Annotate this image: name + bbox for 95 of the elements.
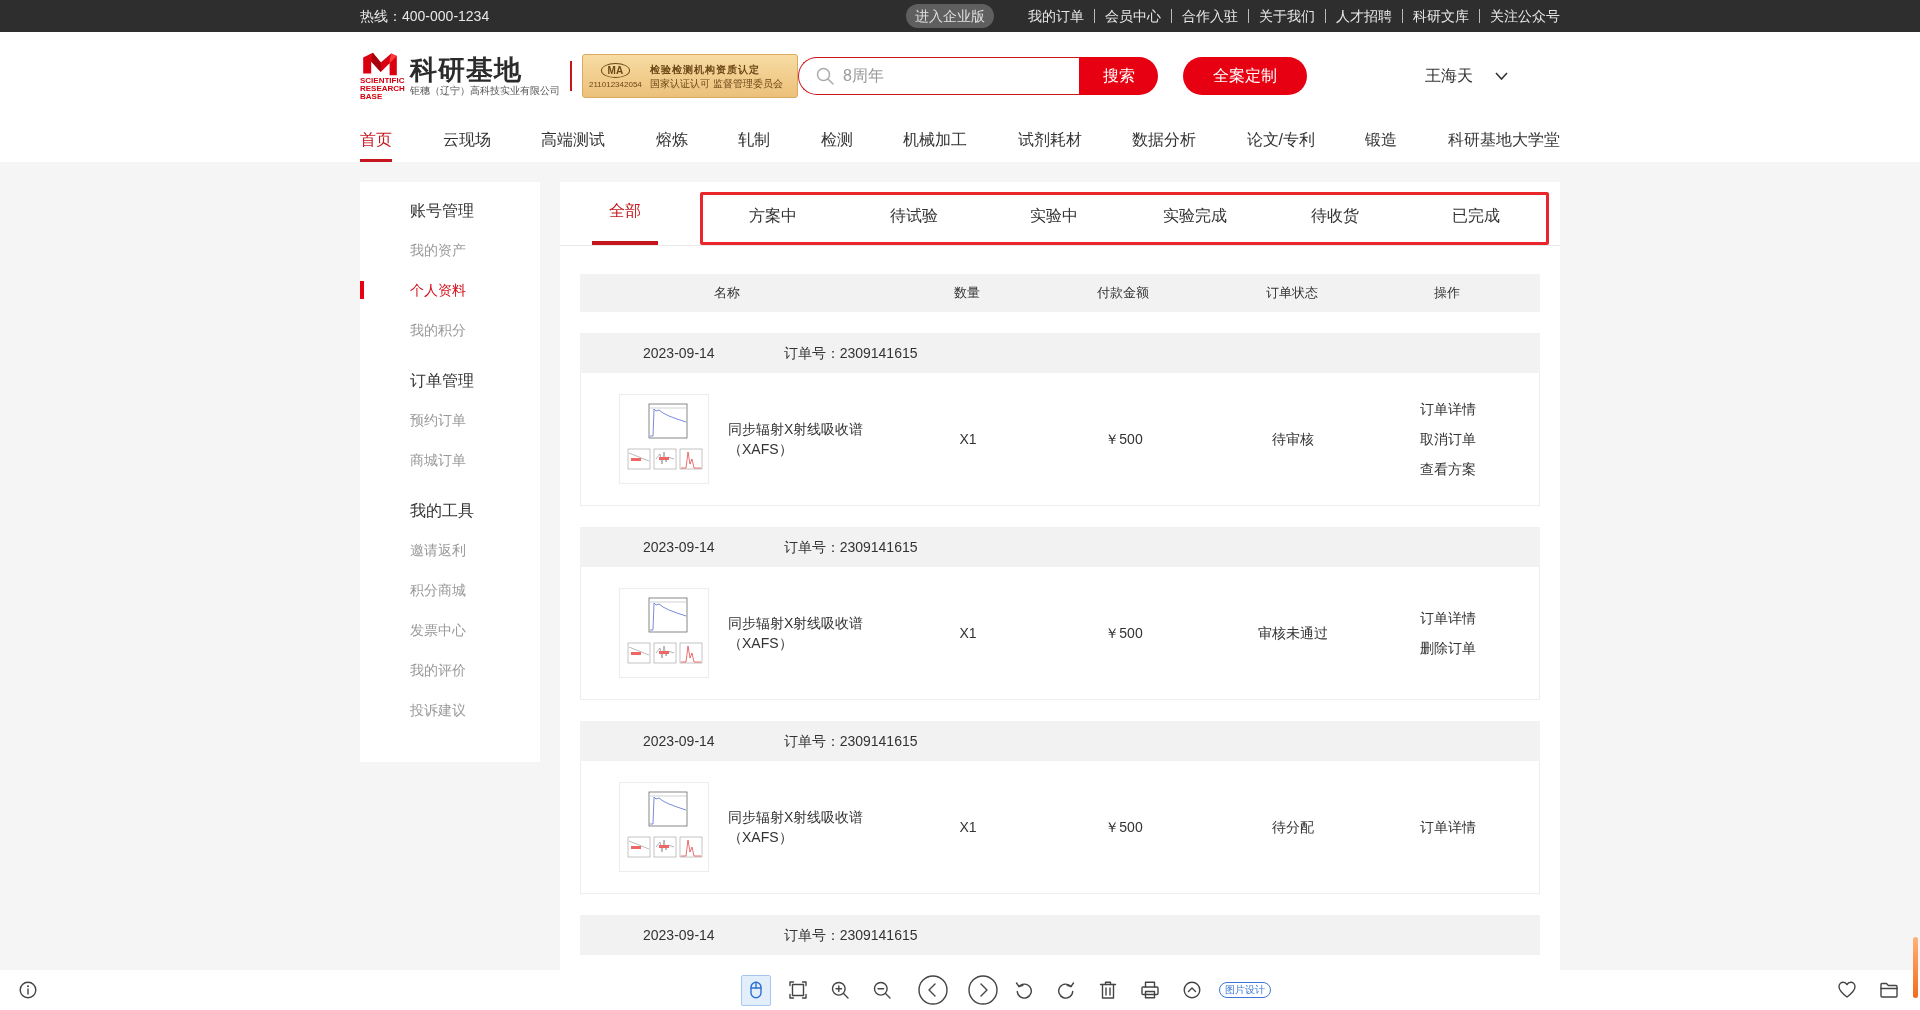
column-header: 名称 <box>713 284 741 303</box>
user-menu[interactable]: 王海天 <box>1425 64 1508 88</box>
nav-link[interactable]: 数据分析 <box>1132 120 1196 162</box>
logo-english-text: SCIENTIFIC RESEARCH BASE <box>360 76 406 101</box>
company-name: 钜穗（辽宁）高科技实业有限公司 <box>410 85 560 97</box>
top-link[interactable]: 人才招聘 <box>1325 9 1402 23</box>
sidebar-heading: 账号管理 <box>409 201 475 221</box>
status-text: 待分配 <box>1272 818 1314 835</box>
logo-divider <box>570 61 572 91</box>
pointer-tool-button[interactable] <box>741 974 771 1006</box>
status-text: 待审核 <box>1272 430 1314 447</box>
sidebar-heading: 我的工具 <box>409 501 475 521</box>
order-number: 订单号：2309141615 <box>783 537 918 557</box>
sidebar-item[interactable]: 个人资料 <box>360 270 540 310</box>
search-field[interactable]: 8周年 <box>798 57 1079 95</box>
quantity-text: X1 <box>959 818 977 835</box>
order-tab[interactable]: 实验中 <box>984 195 1125 242</box>
order-tab[interactable]: 全部 <box>592 182 658 245</box>
price-text: ￥500 <box>1105 430 1143 447</box>
order-action-link[interactable]: 删除订单 <box>1420 633 1476 663</box>
heart-icon <box>1838 981 1856 999</box>
order-tab[interactable]: 方案中 <box>703 195 844 242</box>
top-link[interactable]: 合作入驻 <box>1171 9 1248 23</box>
up-icon <box>1183 981 1201 999</box>
top-link[interactable]: 科研文库 <box>1402 9 1479 23</box>
order-number: 订单号：2309141615 <box>783 731 918 751</box>
frame-corners-icon <box>789 981 807 999</box>
nav-link[interactable]: 检测 <box>820 120 853 162</box>
price-text: ￥500 <box>1105 624 1143 641</box>
info-icon <box>19 981 37 999</box>
nav-link[interactable]: 机械加工 <box>903 120 967 162</box>
column-header: 订单状态 <box>1265 284 1319 303</box>
order-action-link[interactable]: 订单详情 <box>1420 812 1476 842</box>
search-icon <box>816 67 834 85</box>
hotline-text: 热线：400-000-1234 <box>360 6 490 26</box>
logo-title: 科研基地 <box>410 55 523 85</box>
product-name: 同步辐射X射线吸收谱（XAFS） <box>728 614 865 653</box>
custom-order-button[interactable]: 全案定制 <box>1183 57 1307 95</box>
top-link[interactable]: 我的订单 <box>1028 9 1094 23</box>
certificate-title: 检验检测机构资质认定 <box>649 62 761 77</box>
nav-link[interactable]: 科研基地大学堂 <box>1447 120 1560 162</box>
nav-link[interactable]: 高端测试 <box>541 120 605 162</box>
order-action-link[interactable]: 取消订单 <box>1420 424 1476 454</box>
order-number: 订单号：2309141615 <box>783 343 918 363</box>
top-link[interactable]: 关注公众号 <box>1479 9 1560 23</box>
trash-icon <box>1099 981 1117 999</box>
scrollbar-thumb[interactable] <box>1913 937 1918 998</box>
order-tab[interactable]: 待收货 <box>1265 195 1406 242</box>
logo-icon <box>360 51 400 76</box>
top-link[interactable]: 关于我们 <box>1248 9 1325 23</box>
previous-icon <box>918 975 948 1005</box>
quantity-text: X1 <box>959 430 977 447</box>
zoom-in-icon <box>831 981 849 999</box>
next-icon <box>968 975 998 1005</box>
nav-link[interactable]: 论文/专利 <box>1246 120 1315 162</box>
status-text: 审核未通过 <box>1258 624 1328 641</box>
price-text: ￥500 <box>1105 818 1143 835</box>
nav-link[interactable]: 锻造 <box>1365 120 1398 162</box>
chevron-down-icon <box>1495 72 1508 80</box>
certificate-number: 211012342054 <box>589 80 642 89</box>
order-tab[interactable]: 待试验 <box>843 195 984 242</box>
order-action-link[interactable]: 查看方案 <box>1420 454 1476 484</box>
order-date: 2023-09-14 <box>643 731 715 751</box>
previous-button[interactable] <box>917 974 949 1006</box>
printer-icon <box>1141 981 1159 999</box>
sidebar-heading: 订单管理 <box>409 371 475 391</box>
order-date: 2023-09-14 <box>643 925 715 945</box>
nav-link[interactable]: 云现场 <box>442 120 491 162</box>
rotate-left-icon <box>1015 981 1033 999</box>
order-number: 订单号：2309141615 <box>783 925 918 945</box>
enterprise-button[interactable]: 进入企业版 <box>906 4 994 28</box>
quantity-text: X1 <box>959 624 977 641</box>
product-name: 同步辐射X射线吸收谱（XAFS） <box>728 420 865 459</box>
rotate-right-icon <box>1057 981 1075 999</box>
order-tab[interactable]: 已完成 <box>1405 195 1546 242</box>
folder-icon <box>1880 981 1898 999</box>
product-name: 同步辐射X射线吸收谱（XAFS） <box>728 808 865 847</box>
next-button[interactable] <box>967 974 999 1006</box>
mouse-icon <box>747 981 765 999</box>
order-action-link[interactable]: 订单详情 <box>1420 603 1476 633</box>
order-tab[interactable]: 实验完成 <box>1124 195 1265 242</box>
order-date: 2023-09-14 <box>643 537 715 557</box>
column-header: 付款金额 <box>1096 284 1150 303</box>
nav-link[interactable]: 试剂耗材 <box>1017 120 1082 162</box>
top-link[interactable]: 会员中心 <box>1094 9 1171 23</box>
nav-link[interactable]: 首页 <box>360 120 392 162</box>
search-button[interactable]: 搜索 <box>1079 57 1158 95</box>
certificate-subtitle: 国家认证认可 监督管理委员会 <box>649 76 783 90</box>
nav-link[interactable]: 轧制 <box>738 120 770 162</box>
column-header: 数量 <box>953 284 981 303</box>
nav-link[interactable]: 熔炼 <box>655 120 688 162</box>
column-header: 操作 <box>1433 284 1461 303</box>
order-date: 2023-09-14 <box>643 343 715 363</box>
zoom-out-icon <box>873 981 891 999</box>
order-action-link[interactable]: 订单详情 <box>1420 394 1476 424</box>
